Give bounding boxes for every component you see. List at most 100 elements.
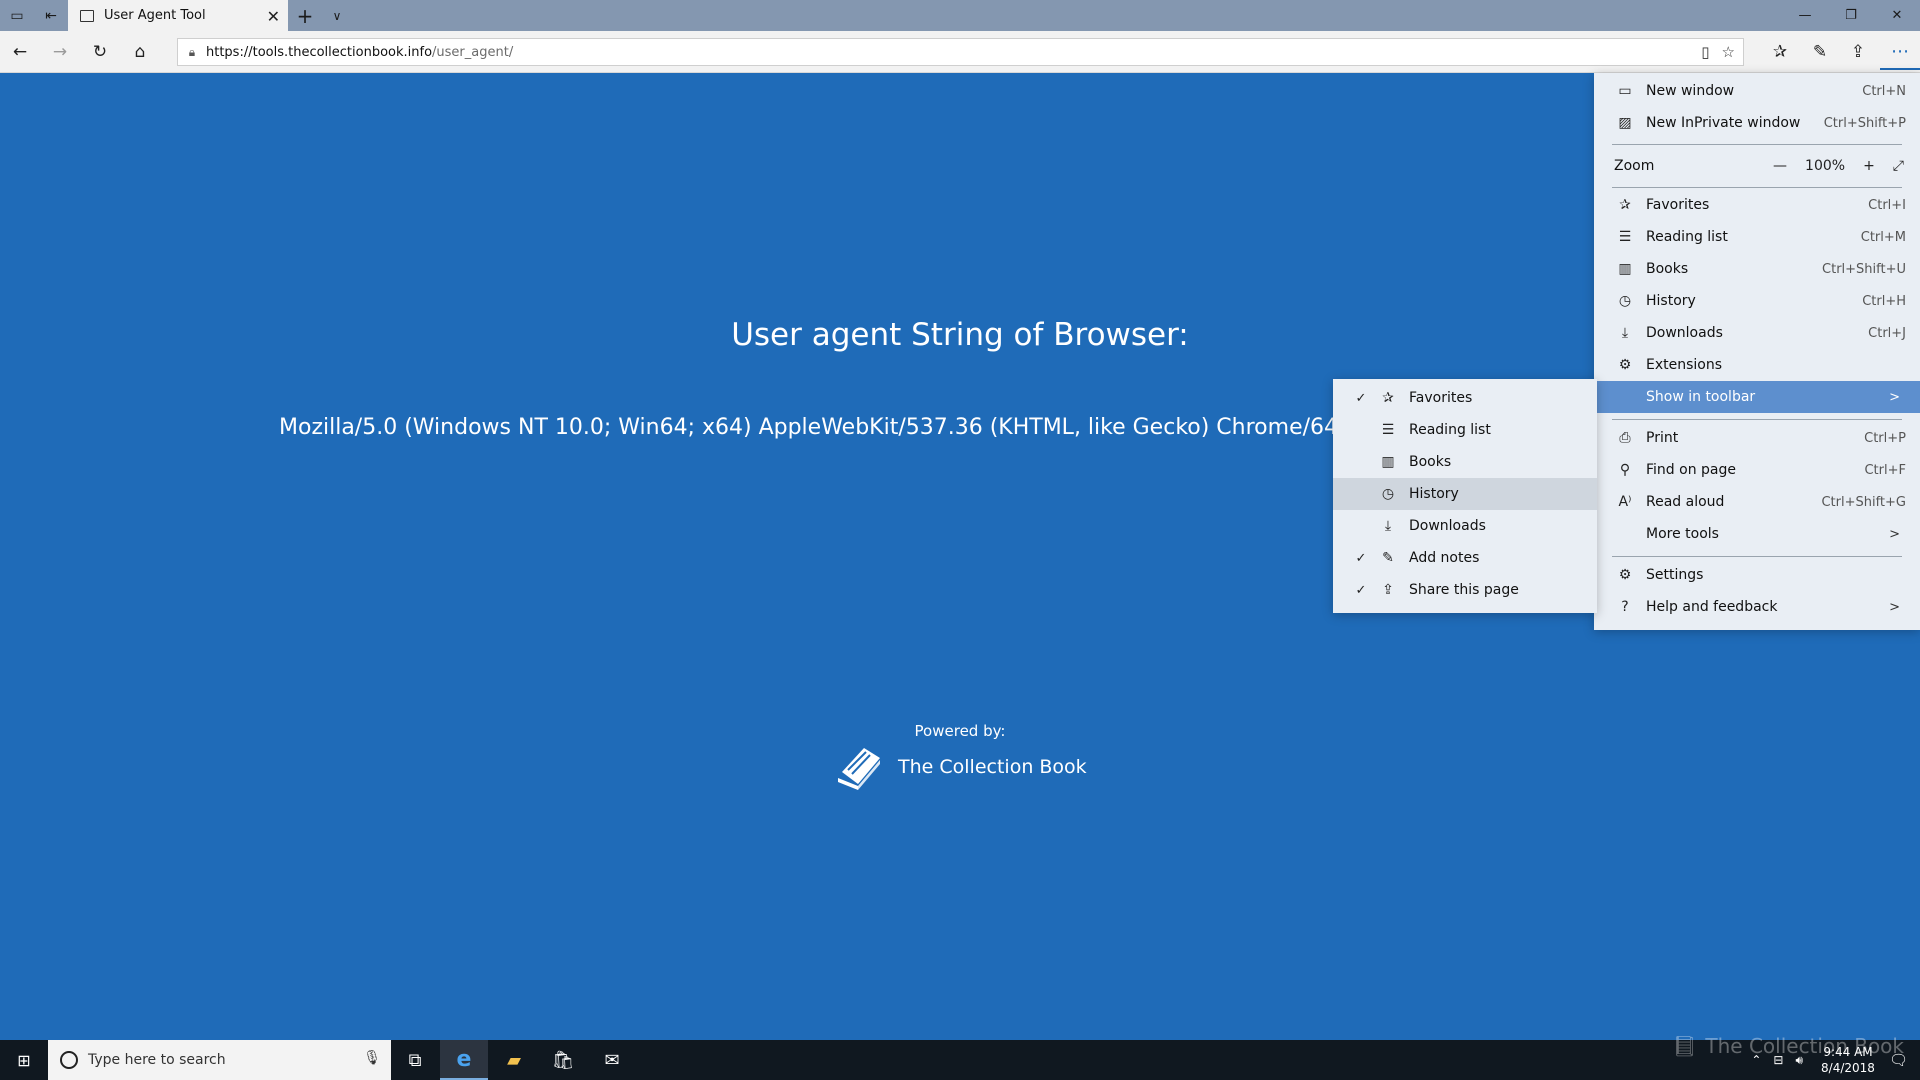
submenu-item-history[interactable]: ◷ History: [1333, 478, 1597, 510]
powered-by-label: Powered by:: [914, 722, 1006, 740]
new-tab-icon[interactable]: +: [288, 0, 322, 31]
menu-item-history[interactable]: ◷ History Ctrl+H: [1594, 285, 1920, 317]
menu-item-label: Extensions: [1646, 357, 1723, 373]
close-tab-icon[interactable]: ✕: [267, 7, 280, 26]
menu-item-label: Read aloud: [1646, 494, 1725, 510]
menu-divider: [1612, 556, 1902, 557]
menu-item-find-on-page[interactable]: ⚲ Find on page Ctrl+F: [1594, 454, 1920, 486]
submenu-item-label: Reading list: [1409, 422, 1491, 438]
shortcut-label: Ctrl+J: [1868, 325, 1906, 341]
menu-item-label: Settings: [1646, 567, 1704, 583]
tab-user-agent-tool[interactable]: User Agent Tool ✕: [68, 0, 288, 31]
refresh-icon[interactable]: ↻: [88, 40, 112, 64]
menu-item-new-inprivate-window[interactable]: ▨ New InPrivate window Ctrl+Shift+P: [1594, 107, 1920, 139]
menu-item-label: New window: [1646, 83, 1735, 99]
home-icon[interactable]: ⌂: [128, 40, 152, 64]
menu-item-label: Books: [1646, 261, 1689, 277]
reading-view-icon[interactable]: ▯: [1701, 43, 1709, 61]
submenu-item-label: History: [1409, 486, 1459, 502]
url-path: /user_agent/: [432, 44, 514, 60]
menu-item-more-tools[interactable]: More tools >: [1594, 518, 1920, 550]
menu-item-label: Zoom: [1614, 158, 1655, 174]
favorites-hub-icon[interactable]: ✰: [1768, 40, 1792, 64]
microphone-icon[interactable]: 🎙︎: [363, 1050, 381, 1066]
menu-item-label: Downloads: [1646, 325, 1723, 341]
submenu-item-label: Books: [1409, 454, 1452, 470]
submenu-item-books[interactable]: ▥ Books: [1333, 446, 1597, 478]
submenu-item-reading-list[interactable]: ☰ Reading list: [1333, 414, 1597, 446]
menu-item-settings[interactable]: ⚙ Settings: [1594, 559, 1920, 591]
chevron-right-icon: >: [1889, 526, 1900, 542]
menu-item-read-aloud[interactable]: A⁾ Read aloud Ctrl+Shift+G: [1594, 486, 1920, 518]
submenu-item-downloads[interactable]: ⤓ Downloads: [1333, 510, 1597, 542]
url-host: https://tools.thecollectionbook.info: [206, 44, 433, 60]
store-icon[interactable]: 🛍︎: [539, 1040, 587, 1080]
share-icon[interactable]: ⇪: [1846, 40, 1870, 64]
menu-item-downloads[interactable]: ⤓ Downloads Ctrl+J: [1594, 317, 1920, 349]
check-icon: ✓: [1355, 550, 1367, 566]
menu-item-show-in-toolbar[interactable]: Show in toolbar >: [1594, 381, 1920, 413]
check-icon: ✓: [1355, 390, 1367, 406]
menu-item-print[interactable]: ⎙ Print Ctrl+P: [1594, 422, 1920, 454]
history-icon: ◷: [1618, 293, 1632, 309]
task-view-icon[interactable]: ⧉: [391, 1040, 439, 1080]
chevron-down-icon[interactable]: ∨: [322, 0, 352, 31]
user-agent-string: Mozilla/5.0 (Windows NT 10.0; Win64; x64…: [279, 415, 1457, 440]
favorite-star-icon[interactable]: ☆: [1722, 43, 1735, 61]
share-icon: ⇪: [1382, 582, 1394, 598]
submenu-item-share-this-page[interactable]: ✓ ⇪ Share this page: [1333, 574, 1597, 606]
back-icon[interactable]: ←: [8, 40, 32, 64]
brand-logo-link[interactable]: The Collection Book: [834, 742, 1087, 792]
submenu-item-add-notes[interactable]: ✓ ✎ Add notes: [1333, 542, 1597, 574]
zoom-in-button[interactable]: +: [1863, 158, 1875, 174]
download-icon: ⤓: [1384, 518, 1392, 534]
shortcut-label: Ctrl+Shift+P: [1823, 115, 1906, 131]
reading-list-icon: ☰: [1618, 229, 1632, 245]
books-icon: ▥: [1381, 454, 1395, 470]
shortcut-label: Ctrl+H: [1862, 293, 1906, 309]
shortcut-label: Ctrl+M: [1860, 229, 1906, 245]
pen-icon: ✎: [1382, 550, 1394, 566]
cortana-icon: [60, 1051, 78, 1069]
clock-date: 8/4/2018: [1821, 1061, 1875, 1075]
mail-icon[interactable]: ✉: [588, 1040, 636, 1080]
chevron-right-icon: >: [1889, 389, 1900, 405]
settings-and-more-menu: ▭ New window Ctrl+N ▨ New InPrivate wind…: [1594, 73, 1920, 630]
menu-item-favorites[interactable]: ✰ Favorites Ctrl+I: [1594, 189, 1920, 221]
zoom-out-button[interactable]: —: [1773, 158, 1787, 174]
watermark-text: The Collection Book: [1705, 1034, 1905, 1058]
reading-list-icon: ☰: [1381, 422, 1395, 438]
restore-icon[interactable]: ❐: [1828, 0, 1874, 31]
add-notes-icon[interactable]: ✎: [1808, 40, 1832, 64]
full-screen-icon[interactable]: ⤢: [1893, 158, 1904, 174]
tab-manager-icon[interactable]: ▭: [0, 0, 34, 31]
submenu-item-label: Add notes: [1409, 550, 1480, 566]
favorites-icon: ✰: [1382, 390, 1394, 406]
more-options-icon[interactable]: ⋯: [1880, 34, 1920, 70]
forward-icon[interactable]: →: [48, 40, 72, 64]
minimize-icon[interactable]: —: [1782, 0, 1828, 31]
book-logo-icon: [838, 748, 880, 790]
menu-item-label: More tools: [1646, 526, 1719, 542]
books-icon: ▥: [1618, 261, 1632, 277]
edge-browser-icon[interactable]: e: [440, 1040, 488, 1080]
zoom-level: 100%: [1805, 158, 1846, 174]
windows-start-icon[interactable]: ⊞: [0, 1040, 48, 1080]
shortcut-label: Ctrl+I: [1868, 197, 1906, 213]
menu-item-extensions[interactable]: ⚙ Extensions: [1594, 349, 1920, 381]
submenu-item-favorites[interactable]: ✓ ✰ Favorites: [1333, 382, 1597, 414]
menu-item-help-and-feedback[interactable]: ? Help and feedback >: [1594, 591, 1920, 623]
close-window-icon[interactable]: ✕: [1874, 0, 1920, 31]
address-bar[interactable]: 🔒︎ https://tools.thecollectionbook.info /…: [177, 38, 1744, 66]
set-tabs-aside-icon[interactable]: ⇤: [34, 0, 68, 31]
shortcut-label: Ctrl+P: [1864, 430, 1906, 446]
taskbar-search-box[interactable]: Type here to search 🎙︎: [48, 1040, 391, 1080]
title-bar: ▭ ⇤ User Agent Tool ✕ + ∨ — ❐ ✕: [0, 0, 1920, 31]
chevron-right-icon: >: [1889, 599, 1900, 615]
gear-icon: ⚙: [1618, 567, 1632, 583]
menu-item-reading-list[interactable]: ☰ Reading list Ctrl+M: [1594, 221, 1920, 253]
file-explorer-icon[interactable]: ▰: [490, 1040, 538, 1080]
menu-item-new-window[interactable]: ▭ New window Ctrl+N: [1594, 75, 1920, 107]
menu-item-label: Show in toolbar: [1646, 389, 1756, 405]
menu-item-books[interactable]: ▥ Books Ctrl+Shift+U: [1594, 253, 1920, 285]
